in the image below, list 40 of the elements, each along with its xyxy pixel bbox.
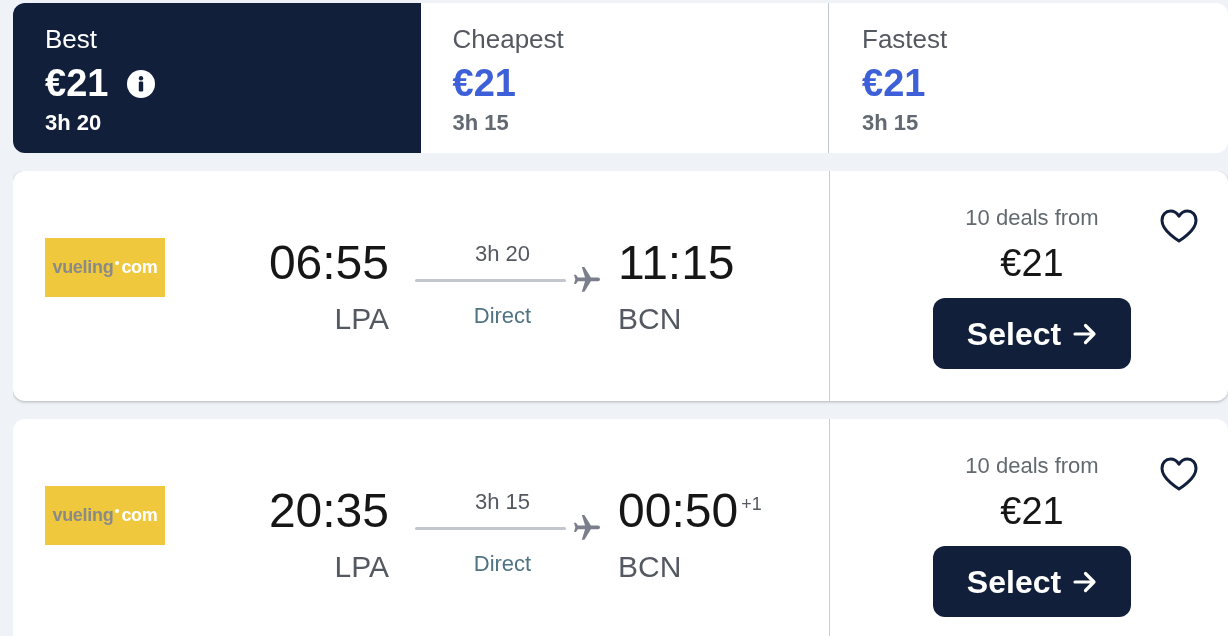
flight-duration: 3h 15 [473,489,532,516]
airline-logo: vueling com [45,238,165,297]
plane-icon [574,515,600,542]
departure-airport: LPA [333,548,389,585]
sort-tab[interactable]: Cheapest €21 3h 15 [420,3,828,153]
tab-label: Cheapest [452,24,565,56]
tab-label: Fastest [862,24,949,56]
arrival-airport: BCN [618,300,683,337]
tab-duration: 3h 20 [45,110,103,137]
deals-label: 10 deals from [965,205,1099,231]
tab-price: €21 [862,63,926,105]
departure-airport: LPA [333,300,389,337]
stops-label: Direct [472,303,533,330]
tab-duration: 3h 15 [452,110,510,137]
heart-icon[interactable] [1159,456,1199,492]
select-button[interactable]: Select [933,298,1131,369]
deal-price: €21 [1000,241,1064,285]
flight-duration: 3h 20 [473,241,532,268]
departure-time: 06:55 [267,237,389,290]
info-icon[interactable] [127,70,156,99]
tab-label: Best [45,24,99,56]
arrival-airport: BCN [618,548,683,585]
stops-label: Direct [472,551,533,578]
arrow-icon [1073,322,1098,345]
departure-time: 20:35 [267,485,389,538]
sort-tab[interactable]: Best €21 3h 20 [13,3,421,153]
day-offset: +1 [741,494,762,514]
tab-duration: 3h 15 [862,110,920,137]
select-button[interactable]: Select [933,546,1131,617]
arrival-time: 00:50 [618,485,739,538]
deals-label: 10 deals from [965,453,1099,479]
plane-icon [574,267,600,294]
sort-tab[interactable]: Fastest €21 3h 15 [828,3,1228,153]
airline-logo: vueling com [45,486,165,545]
tab-price: €21 [452,63,516,105]
arrow-icon [1073,570,1098,593]
tab-price: €21 [45,63,109,105]
heart-icon[interactable] [1159,208,1199,244]
deal-price: €21 [1000,489,1064,533]
arrival-time: 11:15 [618,237,735,290]
